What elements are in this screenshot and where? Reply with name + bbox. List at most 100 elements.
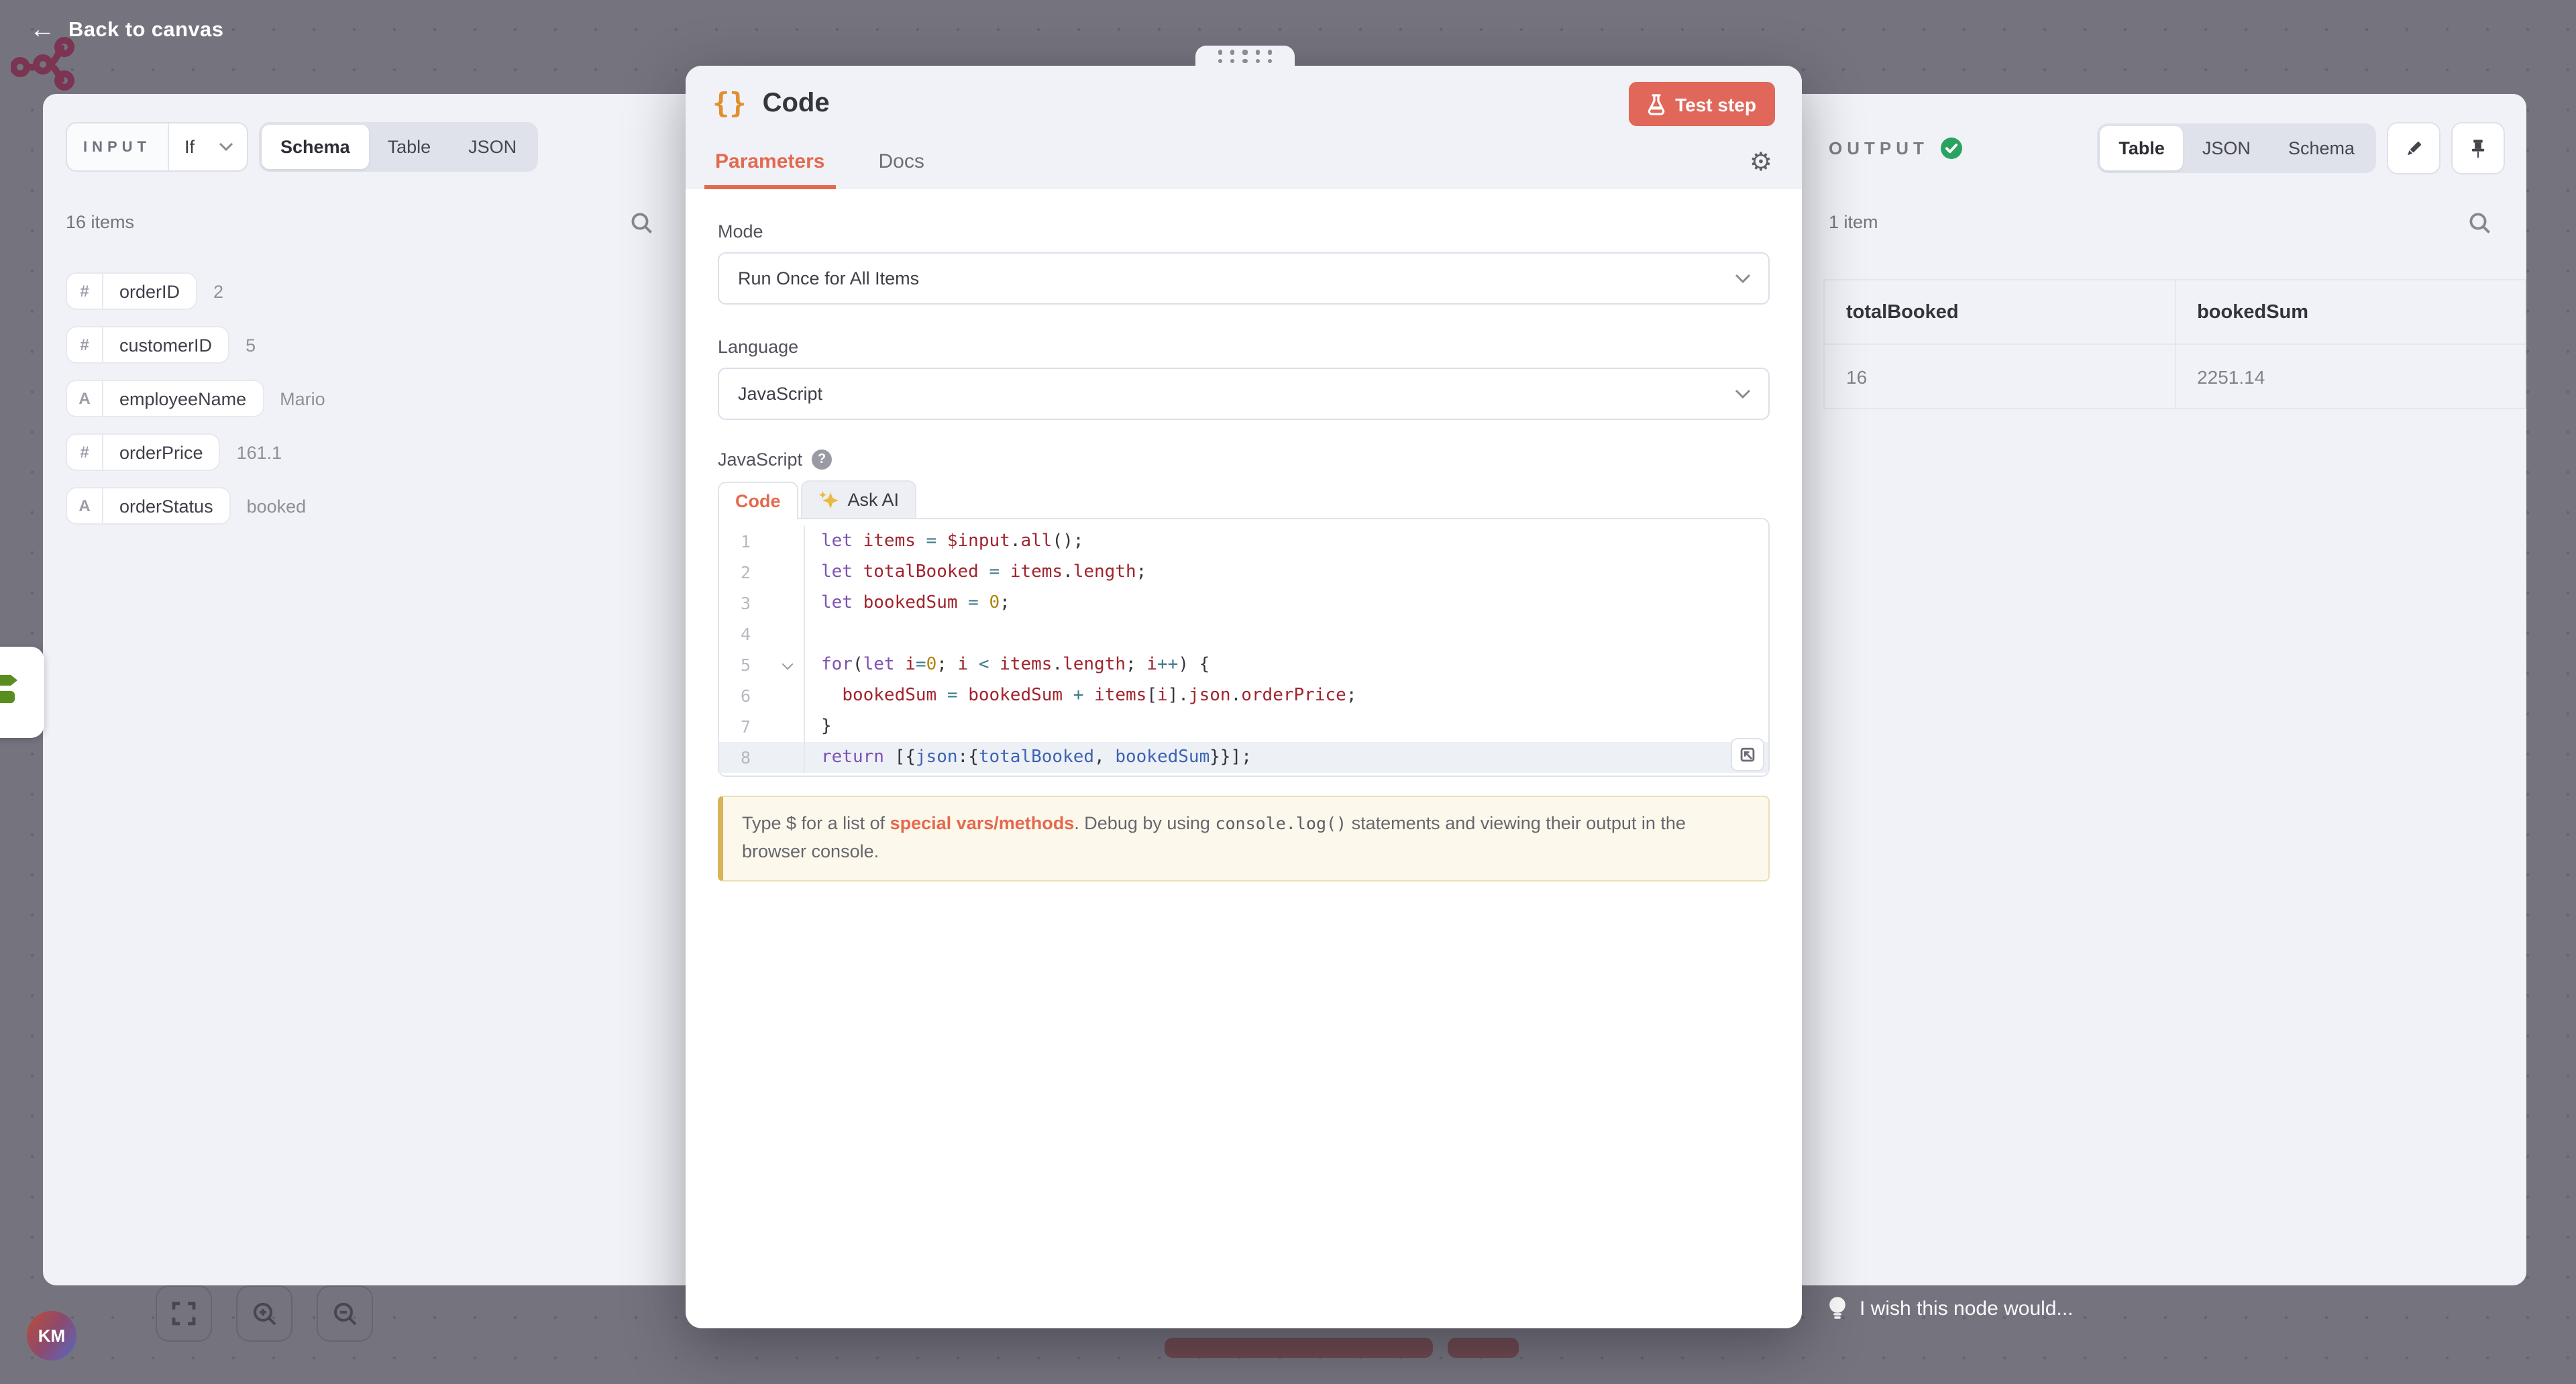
- pin-data-button[interactable]: [2451, 122, 2505, 174]
- output-panel-label: OUTPUT: [1829, 138, 1929, 158]
- input-tab-table[interactable]: Table: [369, 125, 450, 169]
- zoom-out-button: [317, 1285, 373, 1342]
- schema-field-row[interactable]: #customerID5: [66, 326, 664, 364]
- node-feedback-label: I wish this node would...: [1860, 1297, 2074, 1320]
- language-select[interactable]: JavaScript: [718, 368, 1770, 420]
- field-name: orderStatus: [103, 488, 229, 523]
- schema-field-pill: AemployeeName: [66, 380, 264, 417]
- back-arrow-icon: ←: [30, 17, 55, 43]
- drag-dots-icon: [1218, 58, 1272, 62]
- code-line[interactable]: 8return [{json:{totalBooked, bookedSum}}…: [719, 742, 1768, 773]
- input-panel-label: INPUT: [67, 123, 168, 170]
- expand-editor-button[interactable]: [1731, 738, 1764, 771]
- code-line[interactable]: 3 let bookedSum = 0;: [719, 588, 1768, 619]
- schema-field-row[interactable]: AemployeeName Mario: [66, 380, 664, 417]
- back-to-canvas-button[interactable]: ← Back to canvas: [30, 17, 223, 43]
- line-number: 5: [719, 649, 784, 680]
- zoom-in-icon: [252, 1301, 277, 1326]
- output-search-button[interactable]: [2469, 212, 2491, 235]
- search-icon: [631, 212, 653, 235]
- line-number: 7: [719, 711, 784, 742]
- line-number: 4: [719, 619, 784, 649]
- schema-field-row[interactable]: #orderPrice161.1: [66, 433, 664, 471]
- input-source-selector[interactable]: INPUT If: [66, 122, 248, 172]
- tab-parameters[interactable]: Parameters: [712, 150, 827, 189]
- output-tab-json[interactable]: JSON: [2184, 126, 2269, 170]
- input-tab-json[interactable]: JSON: [449, 125, 535, 169]
- dimmed-canvas-button: [1448, 1338, 1519, 1358]
- gutter-fold-area: [784, 526, 804, 557]
- gutter-fold-area: [784, 649, 804, 680]
- input-search-button[interactable]: [631, 212, 653, 235]
- code-text: let items = $input.all();: [804, 526, 1768, 557]
- gutter-fold-area: [784, 557, 804, 588]
- editor-tabs: Code Ask AI: [718, 480, 1770, 518]
- input-tab-schema[interactable]: Schema: [262, 125, 369, 169]
- schema-field-row[interactable]: AorderStatus booked: [66, 487, 664, 525]
- node-detail-modal: {} Code Test step Parameters Docs ⚙ Mode…: [686, 66, 1802, 1328]
- sparkles-icon: [818, 489, 839, 511]
- node-title[interactable]: Code: [763, 88, 830, 119]
- special-vars-link[interactable]: special vars/methods: [890, 813, 1075, 833]
- dimmed-execute-button: [1165, 1338, 1433, 1358]
- code-line[interactable]: 7}: [719, 711, 1768, 742]
- code-line[interactable]: 6 bookedSum = bookedSum + items[i].json.…: [719, 680, 1768, 711]
- help-icon[interactable]: ?: [812, 449, 832, 470]
- number-type-icon: #: [67, 435, 103, 470]
- back-label: Back to canvas: [68, 18, 223, 42]
- code-line[interactable]: 2 let totalBooked = items.length;: [719, 557, 1768, 588]
- output-tab-table[interactable]: Table: [2100, 126, 2184, 170]
- input-panel: INPUT If Schema Table JSON 16 items #ord…: [43, 94, 686, 1285]
- line-number: 2: [719, 557, 784, 588]
- output-panel: OUTPUT Table JSON Schema 1 item: [1802, 94, 2526, 1285]
- chevron-down-icon: [1735, 389, 1751, 400]
- field-value: Mario: [280, 388, 325, 409]
- modal-drag-handle[interactable]: [1195, 46, 1295, 67]
- code-editor[interactable]: 1let items = $input.all();2 let totalBook…: [718, 518, 1770, 777]
- line-number: 6: [719, 680, 784, 711]
- code-node-icon: {}: [712, 87, 747, 119]
- lightbulb-icon: [1827, 1296, 1847, 1322]
- number-type-icon: #: [67, 327, 103, 362]
- avatar[interactable]: KM: [27, 1311, 76, 1361]
- editor-tab-code[interactable]: Code: [718, 482, 798, 519]
- modal-header: {} Code Test step Parameters Docs ⚙: [686, 66, 1802, 189]
- output-tab-schema[interactable]: Schema: [2269, 126, 2373, 170]
- edit-output-button[interactable]: [2387, 122, 2440, 174]
- fold-chevron-icon[interactable]: [782, 658, 794, 670]
- pin-icon: [2467, 138, 2489, 159]
- code-line[interactable]: 1let items = $input.all();: [719, 526, 1768, 557]
- output-view-tabs: Table JSON Schema: [2097, 123, 2376, 173]
- gutter-fold-area: [784, 711, 804, 742]
- code-text: let bookedSum = 0;: [804, 588, 1768, 619]
- code-text: }: [804, 711, 1768, 742]
- string-type-icon: A: [67, 488, 103, 523]
- field-name: employeeName: [103, 381, 262, 416]
- fit-view-button: [156, 1285, 212, 1342]
- code-line[interactable]: 5for(let i=0; i < items.length; i++) {: [719, 649, 1768, 680]
- input-source-value: If: [184, 137, 195, 157]
- gear-icon[interactable]: ⚙: [1750, 150, 1772, 176]
- modal-tabs: Parameters Docs: [712, 150, 927, 189]
- field-value: 5: [246, 335, 256, 355]
- if-node-card[interactable]: [0, 647, 44, 738]
- string-type-icon: A: [67, 381, 103, 416]
- tab-docs[interactable]: Docs: [875, 150, 926, 189]
- hint-text: . Debug by using: [1074, 813, 1215, 833]
- code-text: let totalBooked = items.length;: [804, 557, 1768, 588]
- pencil-icon: [2403, 138, 2424, 159]
- hint-text: Type $ for a list of: [742, 813, 890, 833]
- node-feedback-button[interactable]: I wish this node would...: [1827, 1296, 2074, 1322]
- code-param-label: JavaScript: [718, 449, 802, 470]
- schema-field-pill: #orderPrice: [66, 433, 221, 471]
- code-line[interactable]: 4: [719, 619, 1768, 649]
- editor-tab-ask-ai[interactable]: Ask AI: [801, 480, 917, 518]
- schema-field-row[interactable]: #orderID2: [66, 272, 664, 310]
- field-value: booked: [247, 496, 307, 516]
- output-table-head-row: totalBookedbookedSum: [1824, 280, 2526, 344]
- test-step-button[interactable]: Test step: [1628, 82, 1775, 126]
- ask-ai-label: Ask AI: [848, 490, 900, 510]
- zoom-out-icon: [332, 1301, 358, 1326]
- line-number: 3: [719, 588, 784, 619]
- mode-select[interactable]: Run Once for All Items: [718, 252, 1770, 305]
